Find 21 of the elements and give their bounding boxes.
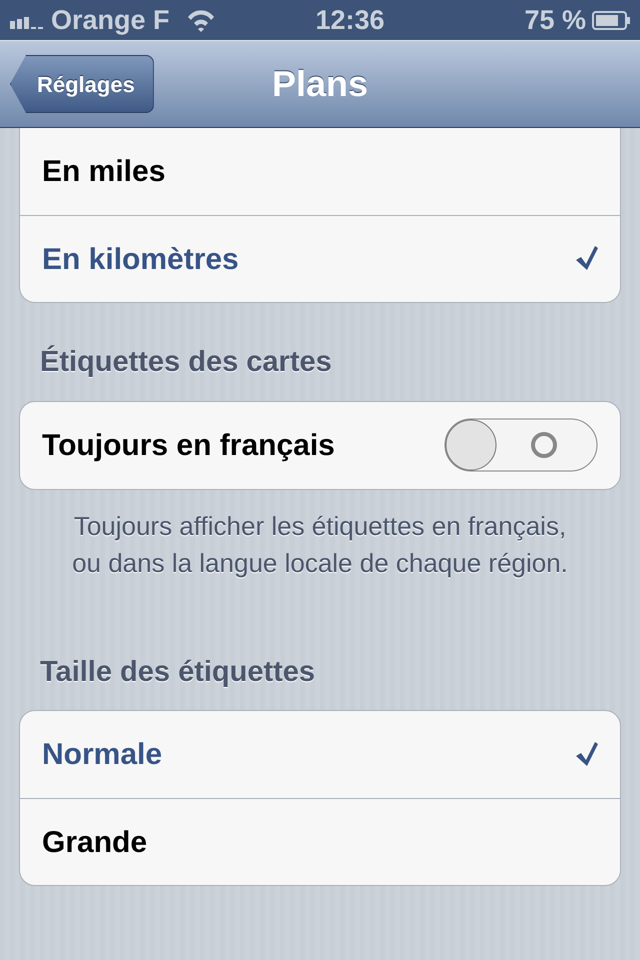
nav-title: Plans	[272, 62, 368, 106]
battery-percent: 75 %	[524, 4, 586, 37]
option-label: En miles	[42, 154, 166, 190]
option-label: En kilomètres	[42, 242, 239, 278]
back-button[interactable]: Réglages	[10, 55, 154, 113]
section-header: Taille des étiquettes	[39, 654, 316, 690]
option-label: Normale	[42, 737, 162, 774]
option-row[interactable]: En miles	[20, 128, 620, 215]
toggle-label: Toujours en français	[42, 428, 335, 464]
carrier: Orange F	[51, 4, 170, 37]
option-label: Grande	[42, 824, 148, 861]
option-row[interactable]: Normale	[20, 711, 620, 798]
checkmark-icon	[574, 246, 598, 272]
wifi-icon	[186, 8, 216, 32]
checkmark-icon	[574, 742, 598, 768]
section-header: Étiquettes des cartes	[39, 344, 333, 380]
option-row[interactable]: Grande	[20, 798, 620, 886]
battery-icon	[592, 10, 630, 30]
section-footer: Toujours afficher les étiquettes en français, ou dans la langue locale de chaque région.	[0, 490, 640, 613]
option-row[interactable]: En kilomètres	[20, 215, 620, 302]
status-time: 12:36	[314, 4, 386, 37]
